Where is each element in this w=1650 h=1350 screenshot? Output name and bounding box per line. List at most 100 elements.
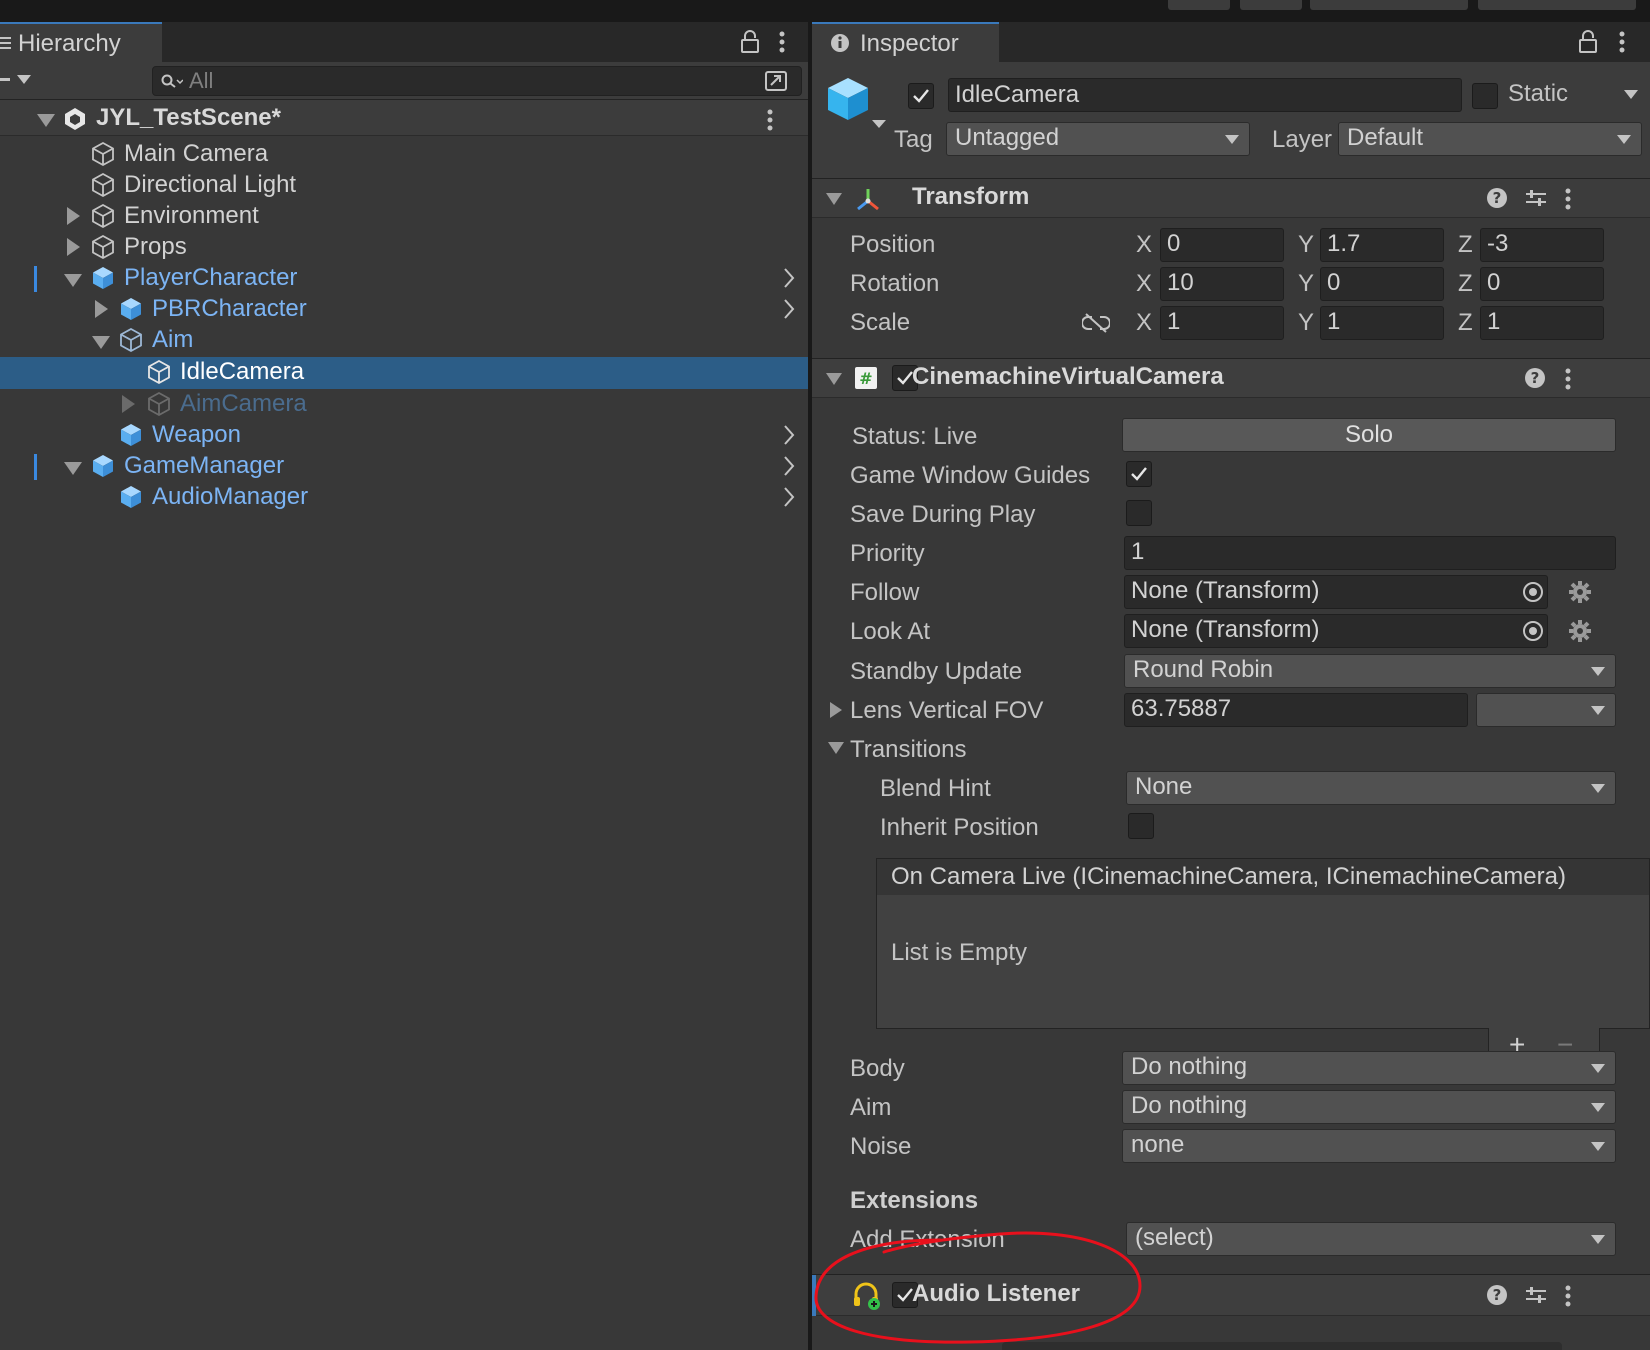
add-component-button-edge[interactable] xyxy=(1002,1342,1562,1350)
help-icon[interactable]: ? xyxy=(1486,187,1508,209)
preset-sliders-icon[interactable] xyxy=(1524,187,1548,209)
component-menu-icon[interactable] xyxy=(1564,1284,1572,1308)
add-extension-dropdown[interactable]: (select) xyxy=(1126,1222,1616,1256)
collapse-arrow-icon[interactable] xyxy=(828,742,844,754)
static-dropdown-arrow-icon[interactable] xyxy=(1624,90,1638,99)
hierarchy-item-environment[interactable]: Environment xyxy=(0,201,808,233)
collapse-arrow-icon[interactable] xyxy=(826,193,842,205)
create-icon[interactable] xyxy=(0,78,10,81)
gameobject-icon xyxy=(92,203,114,229)
layer-dropdown[interactable]: Default xyxy=(1338,122,1642,156)
chevron-right-icon[interactable] xyxy=(782,423,796,447)
scene-fold-arrow-icon[interactable] xyxy=(37,114,55,127)
create-dropdown-arrow-icon[interactable] xyxy=(17,75,31,84)
lock-icon[interactable] xyxy=(1578,30,1598,54)
component-menu-icon[interactable] xyxy=(1564,187,1572,211)
standby-update-dropdown[interactable]: Round Robin xyxy=(1124,654,1616,688)
object-name-field[interactable]: IdleCamera xyxy=(948,78,1462,112)
position-z-field[interactable]: -3 xyxy=(1480,228,1604,262)
hierarchy-item-player-character[interactable]: PlayerCharacter xyxy=(0,263,808,295)
expand-arrow-icon[interactable] xyxy=(830,702,842,718)
history-button[interactable] xyxy=(1168,0,1230,10)
hierarchy-search-field[interactable]: All xyxy=(152,66,802,96)
blend-hint-dropdown[interactable]: None xyxy=(1126,771,1616,805)
hierarchy-item-weapon[interactable]: Weapon xyxy=(0,420,808,452)
hierarchy-item-idle-camera[interactable]: IdleCamera xyxy=(0,357,808,389)
transform-header[interactable]: Transform ? xyxy=(812,178,1650,218)
audio-listener-header[interactable]: Audio Listener ? xyxy=(812,1274,1650,1317)
noise-dropdown[interactable]: none xyxy=(1122,1129,1616,1163)
scene-row[interactable]: JYL_TestScene* xyxy=(0,100,808,136)
hierarchy-item-aim[interactable]: Aim xyxy=(0,325,808,357)
static-toggle[interactable] xyxy=(1472,83,1498,109)
scene-visibility-icon[interactable] xyxy=(763,69,789,93)
save-during-play-toggle[interactable] xyxy=(1126,500,1152,526)
scale-y-field[interactable]: 1 xyxy=(1320,306,1444,340)
chevron-right-icon[interactable] xyxy=(782,297,796,321)
look-at-field[interactable]: None (Transform) xyxy=(1124,614,1548,648)
checkmark-icon xyxy=(1131,467,1147,481)
hierarchy-item-audio-manager[interactable]: AudioManager xyxy=(0,482,808,514)
gameobject-cube-icon[interactable] xyxy=(826,76,870,122)
hierarchy-panel: Hierarchy All JYL_TestScene* Main Camera… xyxy=(0,22,808,1350)
inherit-position-toggle[interactable] xyxy=(1128,813,1154,839)
gear-icon[interactable] xyxy=(1568,619,1592,643)
rotation-y-field[interactable]: 0 xyxy=(1320,267,1444,301)
preset-sliders-icon[interactable] xyxy=(1524,1284,1548,1306)
chevron-right-icon[interactable] xyxy=(782,454,796,478)
icon-dropdown-arrow-icon[interactable] xyxy=(872,120,886,128)
body-label: Body xyxy=(850,1055,905,1082)
game-window-guides-toggle[interactable] xyxy=(1126,461,1152,487)
position-x-field[interactable]: 0 xyxy=(1160,228,1284,262)
collapse-arrow-icon[interactable] xyxy=(64,462,82,475)
standby-update-label: Standby Update xyxy=(850,658,1023,685)
chevron-right-icon[interactable] xyxy=(782,266,796,290)
hierarchy-item-aim-camera[interactable]: AimCamera xyxy=(0,389,808,421)
search-button[interactable] xyxy=(1240,0,1302,10)
object-picker-icon[interactable] xyxy=(1523,621,1543,641)
scene-menu-icon[interactable] xyxy=(766,108,774,132)
layout-dropdown[interactable] xyxy=(1478,0,1636,10)
constrain-proportions-icon[interactable] xyxy=(1082,312,1110,334)
expand-arrow-icon[interactable] xyxy=(122,395,135,413)
aim-dropdown[interactable]: Do nothing xyxy=(1122,1090,1616,1124)
solo-button[interactable]: Solo xyxy=(1122,418,1616,452)
inspector-tab[interactable]: Inspector xyxy=(812,22,999,62)
gear-icon[interactable] xyxy=(1568,580,1592,604)
lens-vertical-fov-field[interactable]: 63.75887 xyxy=(1124,693,1468,727)
expand-arrow-icon[interactable] xyxy=(95,300,108,318)
collapse-arrow-icon[interactable] xyxy=(64,274,82,287)
priority-field[interactable]: 1 xyxy=(1124,536,1616,570)
help-icon[interactable]: ? xyxy=(1524,367,1546,389)
position-y-field[interactable]: 1.7 xyxy=(1320,228,1444,262)
lens-preset-dropdown[interactable] xyxy=(1476,693,1616,727)
tag-dropdown[interactable]: Untagged xyxy=(946,122,1250,156)
hierarchy-item-main-camera[interactable]: Main Camera xyxy=(0,139,808,171)
layers-dropdown[interactable] xyxy=(1310,0,1468,10)
hierarchy-item-props[interactable]: Props xyxy=(0,232,808,264)
follow-field[interactable]: None (Transform) xyxy=(1124,575,1548,609)
body-dropdown[interactable]: Do nothing xyxy=(1122,1051,1616,1085)
collapse-arrow-icon[interactable] xyxy=(92,336,110,349)
component-menu-icon[interactable] xyxy=(1564,367,1572,391)
scale-x-field[interactable]: 1 xyxy=(1160,306,1284,340)
expand-arrow-icon[interactable] xyxy=(67,238,80,256)
more-menu-icon[interactable] xyxy=(1618,30,1626,54)
expand-arrow-icon[interactable] xyxy=(67,207,80,225)
hierarchy-tab[interactable]: Hierarchy xyxy=(0,22,162,62)
scale-z-field[interactable]: 1 xyxy=(1480,306,1604,340)
object-picker-icon[interactable] xyxy=(1523,582,1543,602)
active-toggle[interactable] xyxy=(908,83,934,109)
rotation-z-field[interactable]: 0 xyxy=(1480,267,1604,301)
hierarchy-item-pbr-character[interactable]: PBRCharacter xyxy=(0,294,808,326)
more-menu-icon[interactable] xyxy=(778,30,786,54)
hierarchy-item-game-manager[interactable]: GameManager xyxy=(0,451,808,483)
hierarchy-item-directional-light[interactable]: Directional Light xyxy=(0,170,808,202)
prefab-override-marker xyxy=(34,266,37,292)
chevron-right-icon[interactable] xyxy=(782,485,796,509)
help-icon[interactable]: ? xyxy=(1486,1284,1508,1306)
collapse-arrow-icon[interactable] xyxy=(826,373,842,385)
cinemachine-virtual-camera-header[interactable]: # CinemachineVirtualCamera ? xyxy=(812,358,1650,398)
lock-icon[interactable] xyxy=(740,30,760,54)
rotation-x-field[interactable]: 10 xyxy=(1160,267,1284,301)
